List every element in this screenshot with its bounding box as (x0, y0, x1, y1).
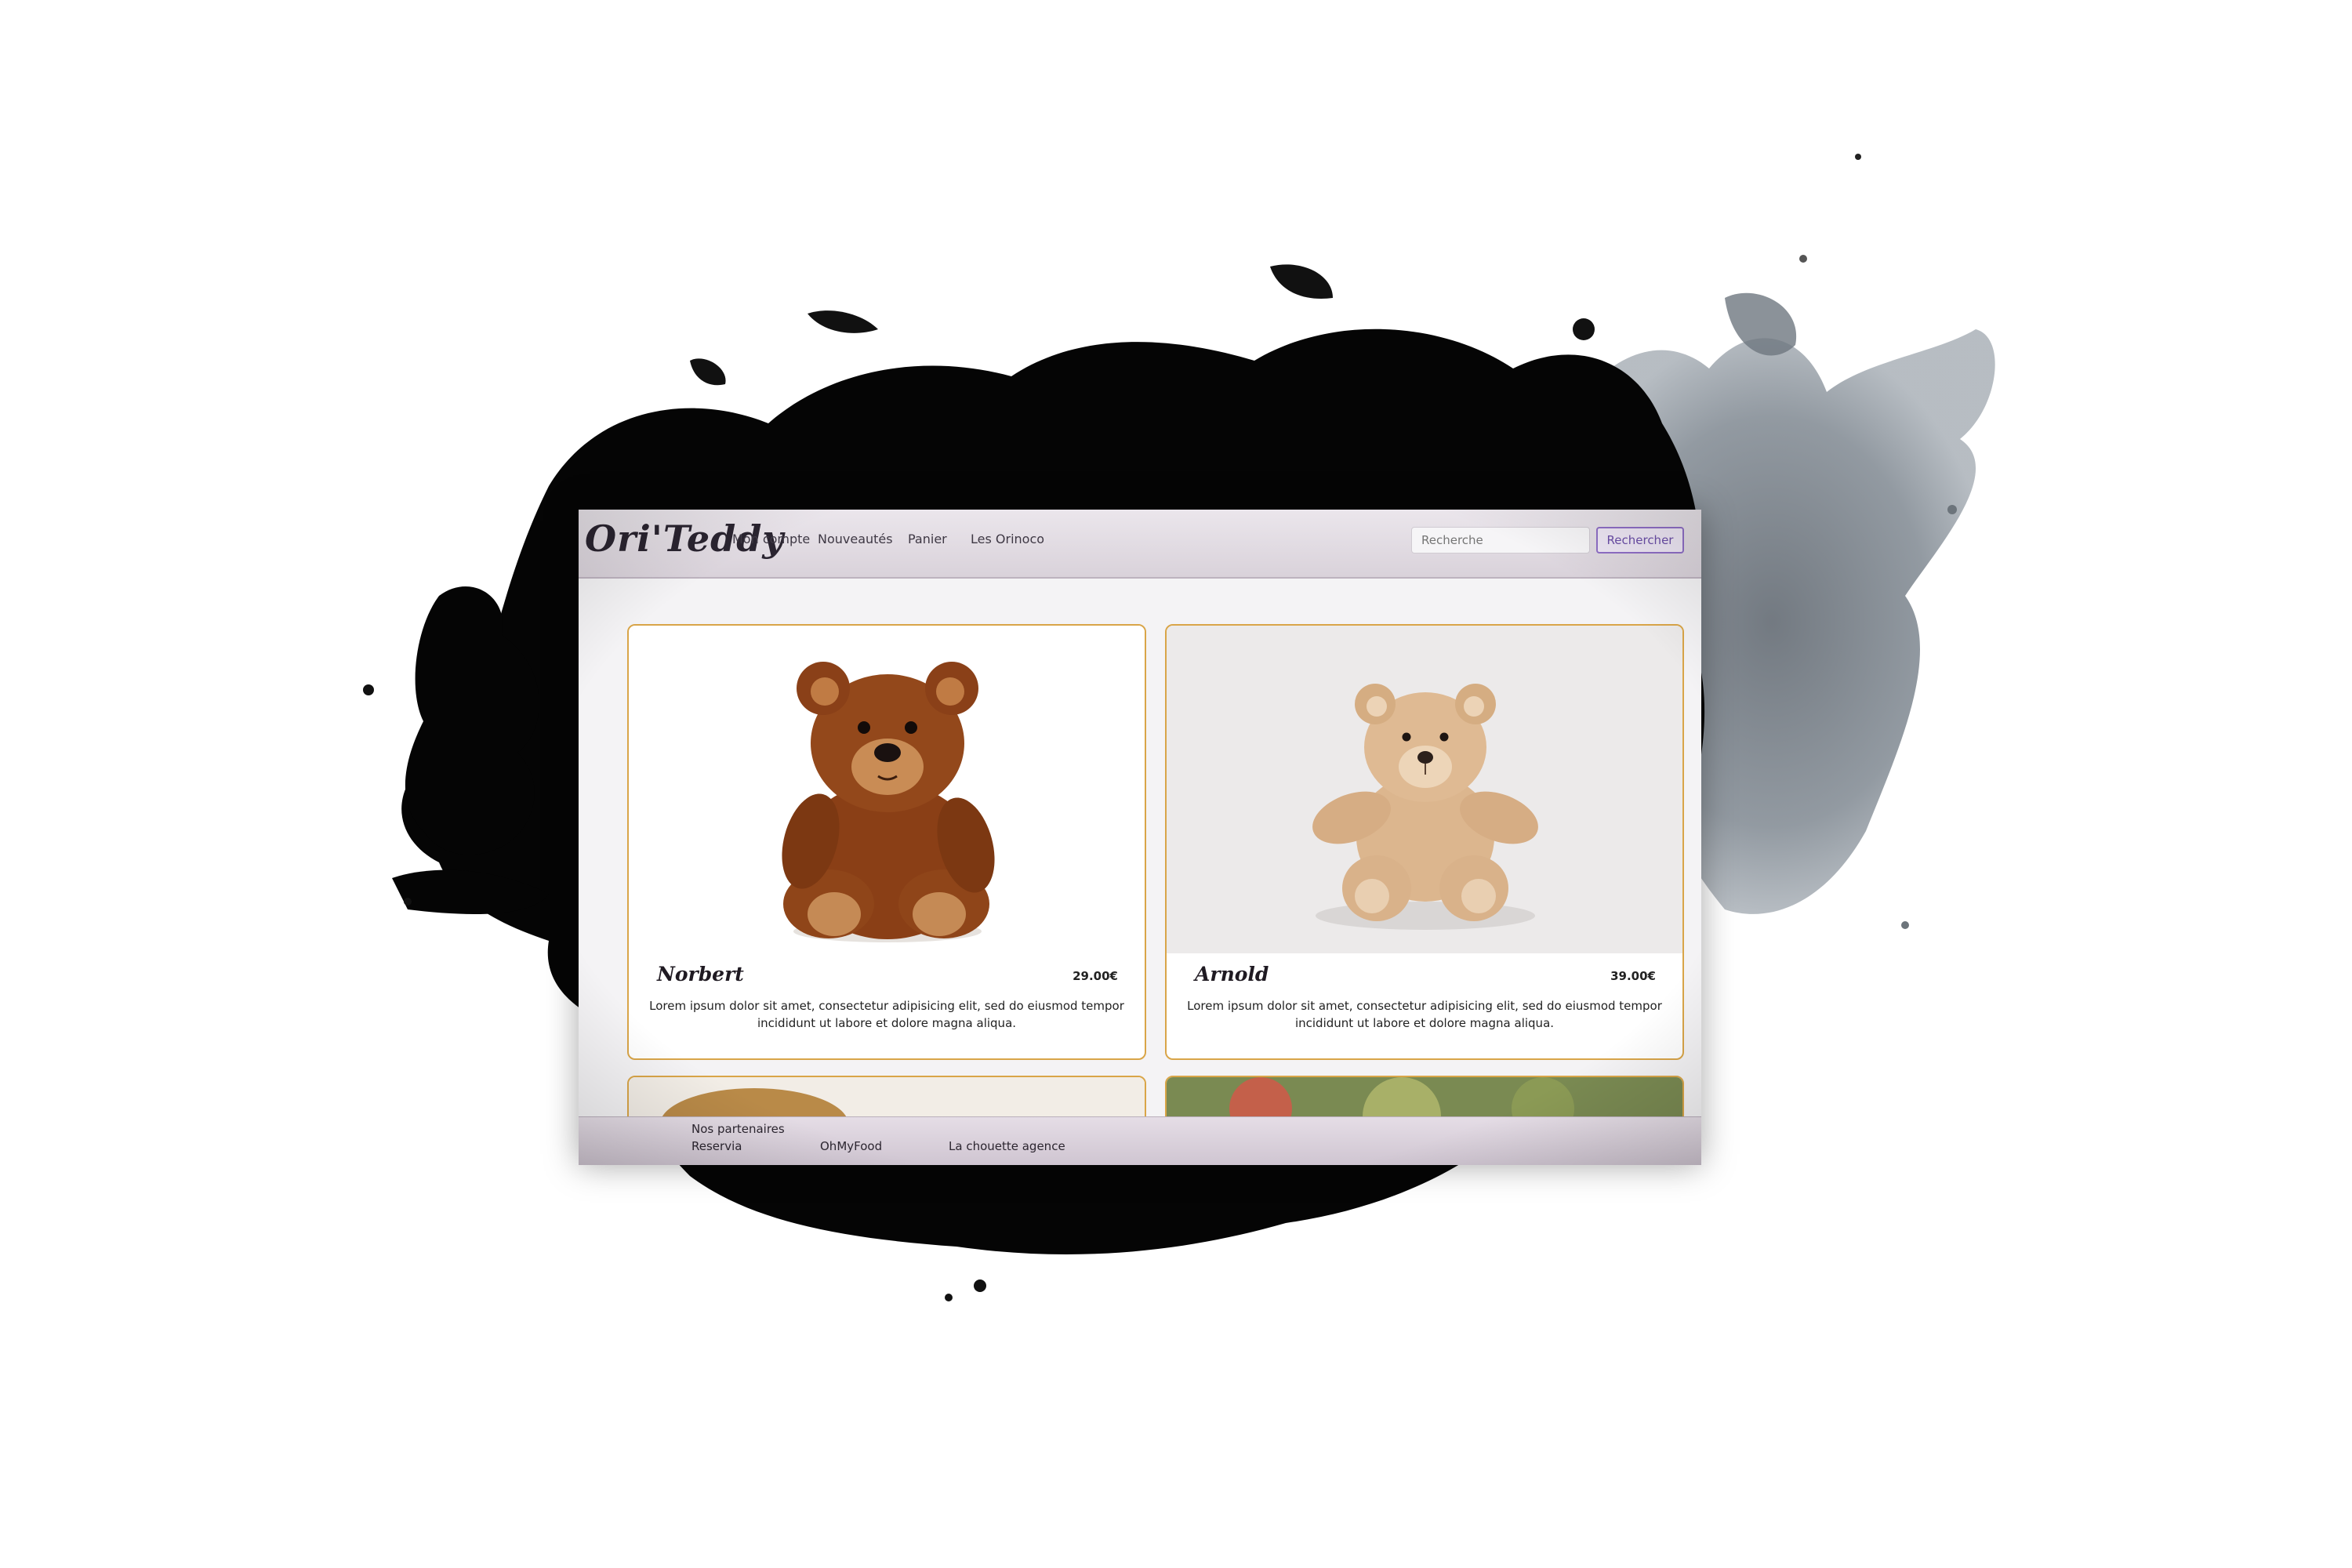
navbar: Ori'Teddy Mon compte Nouveautés Panier L… (579, 510, 1701, 579)
product-price: 29.00€ (1073, 969, 1118, 983)
partner-link-ohmyfood[interactable]: OhMyFood (820, 1139, 882, 1153)
partner-link-reservia[interactable]: Reservia (691, 1139, 742, 1153)
teddy-bear-photo-brown (629, 626, 1145, 953)
footer-title: Nos partenaires (691, 1122, 785, 1136)
screenshot-stage: Ori'Teddy Mon compte Nouveautés Panier L… (0, 0, 2352, 1568)
search-input[interactable] (1411, 527, 1590, 554)
product-name[interactable]: Norbert (657, 963, 744, 985)
product-card-norbert[interactable]: Norbert 29.00€ Lorem ipsum dolor sit ame… (627, 624, 1146, 1060)
search-button[interactable]: Rechercher (1596, 527, 1684, 554)
nav-link-orinoco[interactable]: Les Orinoco (971, 532, 1044, 546)
nav-link-cart[interactable]: Panier (908, 532, 947, 546)
website-screenshot: Ori'Teddy Mon compte Nouveautés Panier L… (579, 510, 1701, 1165)
partner-link-chouette-agence[interactable]: La chouette agence (949, 1139, 1065, 1153)
product-price: 39.00€ (1610, 969, 1656, 983)
product-description: Lorem ipsum dolor sit amet, consectetur … (1187, 999, 1662, 1030)
nav-link-new[interactable]: Nouveautés (818, 532, 893, 546)
teddy-bear-photo-beige (1167, 626, 1682, 953)
product-description: Lorem ipsum dolor sit amet, consectetur … (649, 999, 1124, 1030)
product-name[interactable]: Arnold (1195, 963, 1269, 985)
product-card-arnold[interactable]: Arnold 39.00€ Lorem ipsum dolor sit amet… (1165, 624, 1684, 1060)
nav-link-account[interactable]: Mon compte (732, 532, 810, 546)
footer: Nos partenaires Reservia OhMyFood La cho… (579, 1116, 1701, 1165)
